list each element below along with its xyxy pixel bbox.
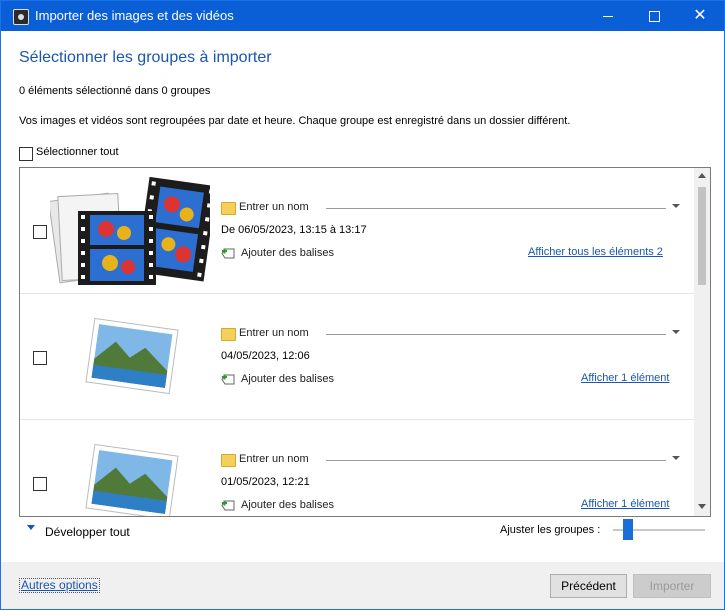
folder-icon (221, 202, 236, 215)
maximize-icon (649, 11, 660, 22)
group-checkbox[interactable] (33, 477, 47, 491)
chevron-down-icon[interactable] (672, 456, 680, 460)
import-button[interactable]: Importer (633, 574, 711, 598)
close-button[interactable]: ✕ (677, 1, 723, 31)
name-underline (326, 460, 666, 461)
chevron-down-icon[interactable] (27, 525, 35, 530)
view-items-link[interactable]: Afficher 1 élément (581, 498, 669, 510)
landscape-photo-icon (85, 443, 179, 516)
title-bar[interactable]: Importer des images et des vidéos ✕ (1, 1, 724, 31)
camera-app-icon (13, 9, 29, 25)
folder-icon (221, 454, 236, 467)
more-options-link[interactable]: Autres options (19, 578, 100, 593)
group-date: 01/05/2023, 12:21 (221, 476, 310, 488)
scroll-up-icon[interactable] (698, 173, 706, 178)
group-date: De 06/05/2023, 13:15 à 13:17 (221, 224, 367, 236)
slider-thumb[interactable] (622, 519, 633, 540)
name-underline (326, 208, 666, 209)
add-tag-icon (221, 374, 235, 385)
group-checkbox[interactable] (33, 351, 47, 365)
group-name-placeholder: Entrer un nom (239, 453, 309, 465)
group-name-field[interactable]: Entrer un nom (220, 201, 680, 216)
adjust-groups-label: Ajuster les groupes : (500, 524, 601, 536)
expand-all-button[interactable]: Développer tout (45, 525, 130, 539)
vertical-scrollbar[interactable] (694, 168, 710, 516)
maximize-button[interactable] (631, 1, 677, 31)
chevron-down-icon[interactable] (672, 204, 680, 208)
select-all-checkbox[interactable] (19, 147, 33, 161)
view-all-items-link[interactable]: Afficher tous les éléments 2 (528, 246, 663, 258)
name-underline (326, 334, 666, 335)
film-and-photo-stack-icon (50, 176, 210, 285)
folder-icon (221, 328, 236, 341)
add-tags-button[interactable]: Ajouter des balises (241, 373, 334, 385)
group-name-field[interactable]: Entrer un nom (220, 327, 680, 342)
page-title: Sélectionner les groupes à importer (19, 49, 272, 66)
landscape-photo-icon (85, 317, 179, 395)
minimize-button[interactable] (585, 1, 631, 31)
scroll-down-icon[interactable] (698, 504, 706, 509)
add-tag-icon (221, 500, 235, 511)
group-name-field[interactable]: Entrer un nom (220, 453, 680, 468)
add-tags-button[interactable]: Ajouter des balises (241, 499, 334, 511)
group-row[interactable]: Entrer un nom De 06/05/2023, 13:15 à 13:… (20, 168, 694, 294)
select-all-label[interactable]: Sélectionner tout (36, 146, 119, 158)
selection-count: 0 éléments sélectionné dans 0 groupes (19, 85, 211, 97)
chevron-down-icon[interactable] (672, 330, 680, 334)
scrollbar-thumb[interactable] (698, 187, 706, 285)
previous-button[interactable]: Précédent (550, 574, 627, 598)
group-checkbox[interactable] (33, 225, 47, 239)
add-tags-button[interactable]: Ajouter des balises (241, 247, 334, 259)
window-title: Importer des images et des vidéos (35, 8, 234, 23)
group-row[interactable]: Entrer un nom 01/05/2023, 12:21 Ajouter … (20, 420, 694, 516)
group-name-placeholder: Entrer un nom (239, 327, 309, 339)
close-icon: ✕ (693, 7, 707, 24)
group-date: 04/05/2023, 12:06 (221, 350, 310, 362)
view-items-link[interactable]: Afficher 1 élément (581, 372, 669, 384)
group-name-placeholder: Entrer un nom (239, 201, 309, 213)
import-dialog: Importer des images et des vidéos ✕ Séle… (0, 0, 725, 610)
groups-list[interactable]: Entrer un nom De 06/05/2023, 13:15 à 13:… (19, 167, 711, 517)
description-text: Vos images et vidéos sont regroupées par… (19, 115, 571, 127)
add-tag-icon (221, 248, 235, 259)
group-row[interactable]: Entrer un nom 04/05/2023, 12:06 Ajouter … (20, 294, 694, 420)
minimize-icon (603, 16, 613, 17)
